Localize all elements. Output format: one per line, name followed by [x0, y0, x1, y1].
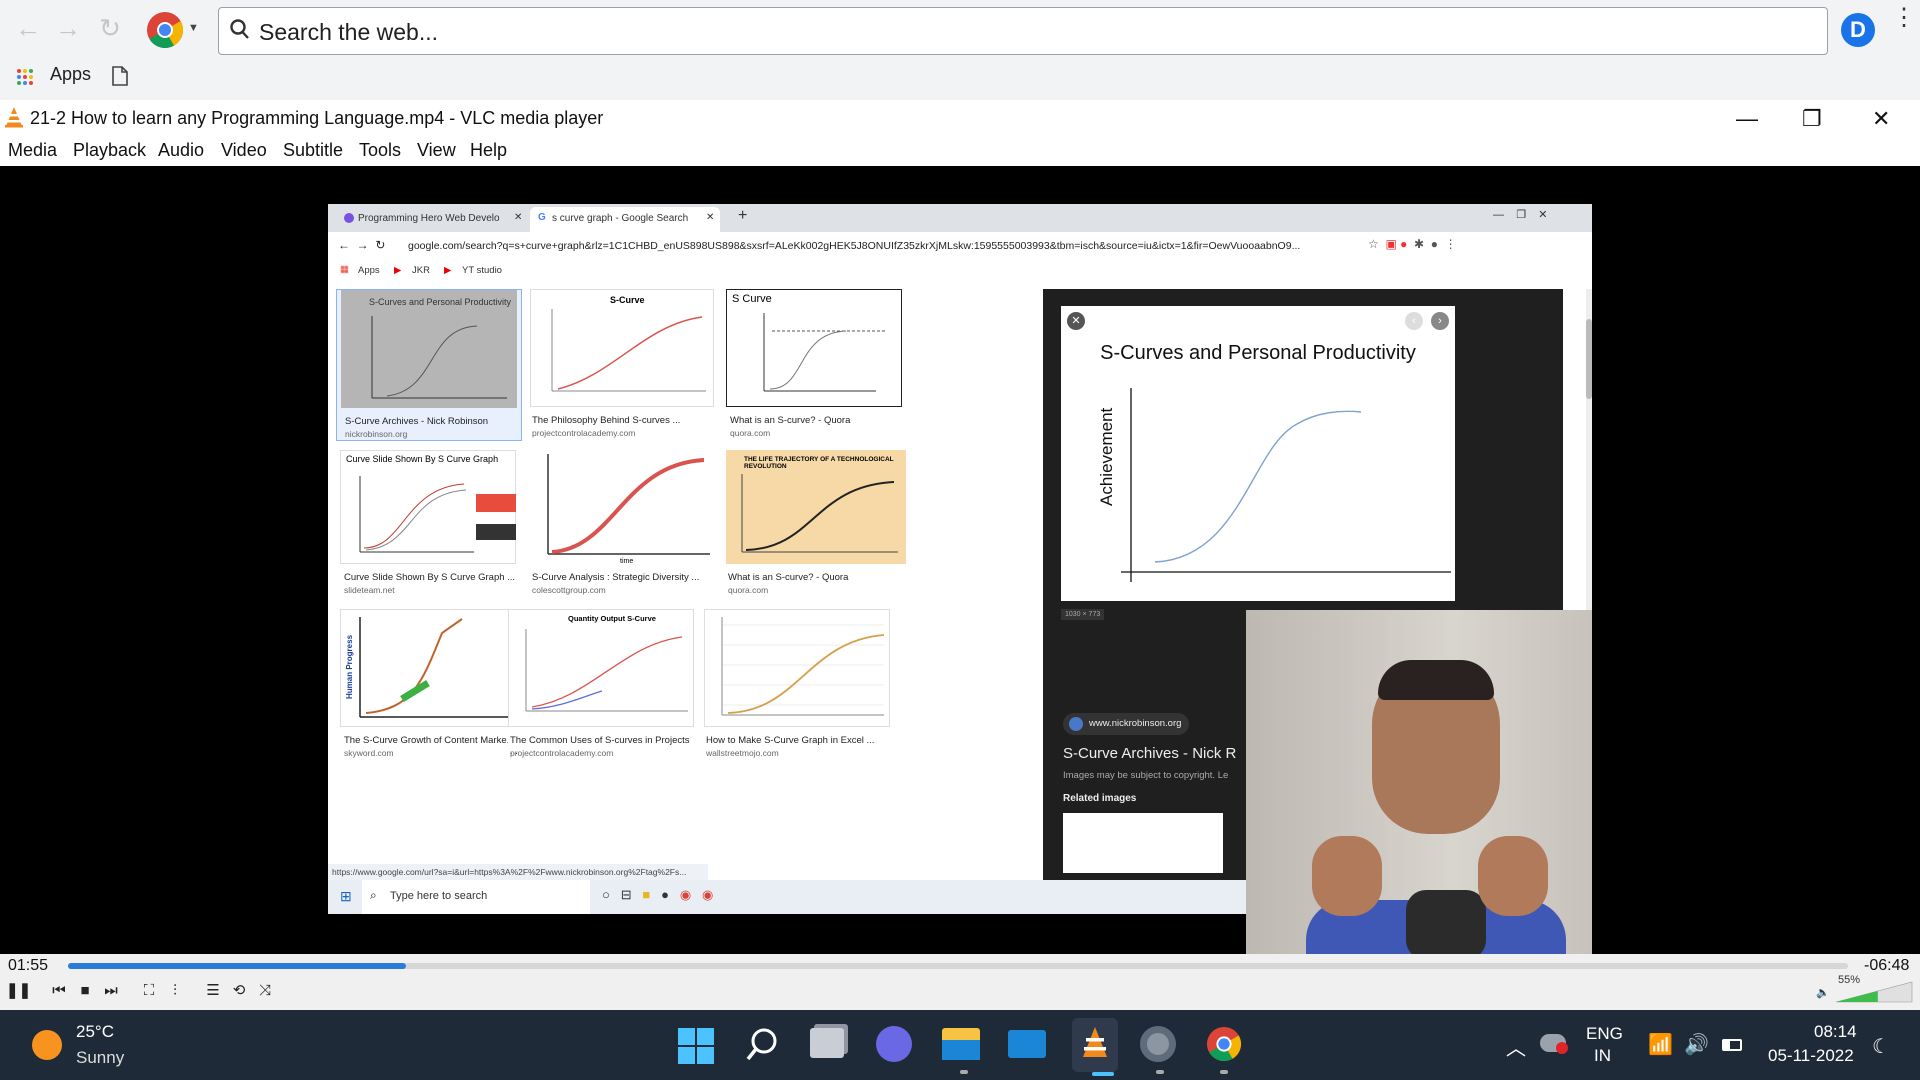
window-title: 21-2 How to learn any Programming Langua… — [30, 108, 604, 128]
wifi-icon[interactable]: 📶 — [1648, 1032, 1673, 1057]
clock-date[interactable]: 05-11-2022 — [1768, 1046, 1854, 1066]
menu-view[interactable]: View — [417, 140, 456, 161]
avatar[interactable]: D — [1841, 13, 1875, 47]
extended-settings-button[interactable]: ⫶ — [164, 980, 186, 1002]
menu-tools[interactable]: Tools — [359, 140, 401, 161]
preview-site-chip: www.nickrobinson.org — [1063, 713, 1190, 735]
apps-grid-icon[interactable] — [16, 68, 34, 86]
result-card: S Curve What is an S-curve? - Quora quor… — [726, 289, 904, 441]
next-button[interactable]: ⏭ — [100, 980, 122, 1002]
vlc-titlebar: 21-2 How to learn any Programming Langua… — [0, 100, 1920, 166]
chevron-down-icon[interactable]: ▼ — [188, 22, 199, 34]
weather-temp[interactable]: 25°C — [76, 1022, 114, 1042]
preview-title: S-Curves and Personal Productivity — [1100, 342, 1416, 364]
search-icon — [229, 17, 251, 41]
tab-google-search: G s curve graph - Google Search ✕ — [530, 207, 720, 232]
webcam-overlay — [1246, 610, 1592, 954]
settings-icon[interactable] — [1140, 1026, 1176, 1062]
menu-audio[interactable]: Audio — [158, 140, 204, 161]
result-card: Human Progress The S-Curve Growth of Con… — [336, 609, 522, 759]
seek-progress — [68, 963, 407, 969]
menu-media[interactable]: Media — [8, 140, 57, 161]
volume-icon[interactable]: 🔊 — [1684, 1032, 1709, 1057]
time-remaining: -06:48 — [1864, 957, 1910, 974]
menu-playback[interactable]: Playback — [73, 140, 146, 161]
restore-icon[interactable]: ❐ — [1802, 106, 1822, 132]
menu-help[interactable]: Help — [470, 140, 507, 161]
focus-moon-icon[interactable]: ☾ — [1872, 1034, 1890, 1059]
frame-address-bar: ← → ↻ google.com/search?q=s+curve+graph&… — [328, 232, 1592, 260]
new-tab-icon: + — [738, 207, 748, 224]
pause-button[interactable]: ❚❚ — [6, 980, 31, 1002]
vlc-controls: 01:55 -06:48 ❚❚ ⏮ ■ ⏭ ⛶ ⫶ ☰ ⟲ ⤨ 🔈 55% — [0, 954, 1920, 1010]
more-menu-icon[interactable]: ⋮ — [1892, 6, 1916, 30]
time-elapsed: 01:55 — [8, 957, 49, 974]
close-icon: ✕ — [1067, 312, 1085, 330]
teams-chat-icon[interactable] — [876, 1026, 912, 1062]
result-card: Curve Slide Shown By S Curve Graph Curve… — [336, 450, 522, 600]
preview-image: ✕ ‹ › S-Curves and Personal Productivity… — [1061, 306, 1455, 601]
frame-window-controls: — ❐ ✕ — [1493, 209, 1548, 221]
chrome-taskbar-icon[interactable] — [1206, 1026, 1242, 1062]
status-url: https://www.google.com/url?sa=i&url=http… — [328, 864, 708, 880]
browser-toolbar: ← → ↻ ▼ Search the web... D ⋮ Apps — [0, 0, 1920, 100]
language[interactable]: ENG — [1586, 1024, 1623, 1044]
result-card: S-Curve The Philosophy Behind S-curves .… — [530, 289, 718, 441]
forward-icon[interactable]: → — [52, 12, 84, 44]
playlist-button[interactable]: ☰ — [202, 980, 224, 1002]
start-icon[interactable] — [678, 1028, 714, 1064]
windows-taskbar: 25°C Sunny ︿ ENG IN 📶 🔊 08:14 05-11-2022… — [0, 1010, 1920, 1080]
result-card: S-Curves and Personal Productivity S-Cur… — [336, 289, 522, 441]
chevron-up-icon[interactable]: ︿ — [1506, 1032, 1526, 1061]
svg-text:Human Progress: Human Progress — [345, 634, 354, 699]
battery-icon[interactable] — [1722, 1039, 1742, 1051]
menu-video[interactable]: Video — [221, 140, 267, 161]
loop-button[interactable]: ⟲ — [228, 980, 250, 1002]
frame-url: google.com/search?q=s+curve+graph&rlz=1C… — [408, 240, 1301, 252]
fullscreen-button[interactable]: ⛶ — [138, 980, 160, 1002]
result-card: Quantity Output S-Curve The Common Uses … — [508, 609, 696, 759]
chrome-logo-icon[interactable] — [146, 11, 184, 49]
result-card: How to Make S-Curve Graph in Excel ... w… — [704, 609, 892, 759]
search-icon[interactable] — [744, 1026, 780, 1064]
speaker-icon[interactable]: 🔈 — [1816, 986, 1830, 999]
menu-subtitle[interactable]: Subtitle — [283, 140, 343, 161]
tab-strip: Programming Hero Web Develo ✕ G s curve g… — [328, 204, 1592, 232]
shuffle-button[interactable]: ⤨ — [254, 980, 276, 1002]
task-view-icon[interactable] — [810, 1028, 844, 1058]
tab-programming-hero: Programming Hero Web Develo ✕ — [336, 207, 528, 232]
bookmark-apps[interactable]: Apps — [50, 64, 91, 85]
minimize-icon[interactable]: — — [1736, 106, 1758, 132]
volume-slider[interactable]: 55% — [1836, 974, 1914, 1004]
mail-icon[interactable] — [1008, 1030, 1046, 1058]
vlc-taskbar-icon[interactable] — [1072, 1018, 1118, 1072]
preview-ylabel: Achievement — [1097, 407, 1116, 506]
page-icon[interactable] — [112, 66, 128, 86]
close-icon[interactable]: ✕ — [1872, 106, 1890, 132]
seek-bar[interactable] — [68, 963, 1848, 969]
onedrive-icon[interactable] — [1540, 1034, 1568, 1054]
previous-button[interactable]: ⏮ — [48, 980, 70, 1002]
reload-icon[interactable]: ↻ — [94, 12, 126, 44]
search-input[interactable]: Search the web... — [259, 19, 438, 46]
vlc-cone-icon — [4, 106, 24, 128]
file-explorer-icon[interactable] — [942, 1028, 980, 1060]
omnibox[interactable]: Search the web... — [218, 7, 1828, 55]
frame-bookmarks: ▦ Apps ▶ JKR ▶ YT studio — [328, 260, 1592, 282]
result-card: time S-Curve Analysis : Strategic Divers… — [530, 450, 718, 600]
result-card: THE LIFE TRAJECTORY OF A TECHNOLOGICAL R… — [726, 450, 908, 600]
weather-desc[interactable]: Sunny — [76, 1048, 124, 1068]
back-icon[interactable]: ← — [12, 12, 44, 44]
stop-button[interactable]: ■ — [74, 980, 96, 1002]
sun-icon[interactable] — [32, 1030, 62, 1060]
region[interactable]: IN — [1594, 1046, 1611, 1066]
svg-text:time: time — [620, 558, 633, 564]
clock-time[interactable]: 08:14 — [1814, 1022, 1857, 1042]
